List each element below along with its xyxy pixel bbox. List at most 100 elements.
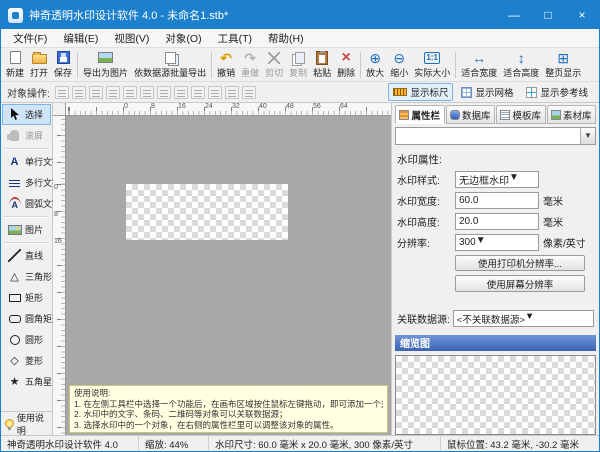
tool-star[interactable]: 五角星 [2,371,51,392]
show-ruler-toggle[interactable]: 显示标尺 [388,83,453,101]
minimize-button[interactable]: — [497,1,531,29]
close-button[interactable]: × [565,1,599,29]
rounded-rect-icon [9,315,21,323]
distribute-h-icon[interactable] [157,86,171,99]
thumbnail-header: 缩览图 [395,335,596,351]
tool-line[interactable]: 直线 [2,245,51,266]
horizontal-ruler: 0 8 16 24 32 40 48 56 64 [66,103,391,116]
help-button[interactable]: 使用说明 [1,411,52,435]
triangle-icon [7,270,22,283]
tool-image[interactable]: 图片 [2,219,51,240]
tab-templates[interactable]: 模板库 [496,105,546,124]
tool-rounded-rect[interactable]: 圆角矩形 [2,308,51,329]
cut-button[interactable]: 剪切 [262,49,286,81]
width-input[interactable]: 60.0 [455,192,539,209]
tab-properties[interactable]: 属性栏 [395,105,445,124]
toolbar-separator [455,52,456,78]
save-button[interactable]: 保存 [51,49,75,81]
align-bottom-icon[interactable] [140,86,154,99]
open-button[interactable]: 打开 [27,49,51,81]
rectangle-icon [9,294,21,302]
tool-pan[interactable]: 滚屏 [2,125,51,146]
tool-group-separator [4,242,49,243]
redo-button[interactable]: 重做 [238,49,262,81]
height-input[interactable]: 20.0 [455,213,539,230]
batch-export-button[interactable]: 依数据源批量导出 [131,49,209,81]
diamond-icon [7,354,22,367]
h-ruler-number: 32 [232,103,240,110]
tool-circle[interactable]: 圆形 [2,329,51,350]
tool-triangle[interactable]: 三角形 [2,266,51,287]
tool-diamond[interactable]: 菱形 [2,350,51,371]
design-canvas[interactable]: 使用说明: 1. 在左侧工具栏中选择一个功能后，在画布区域按住鼠标左键拖动，即可… [66,116,391,435]
same-height-icon[interactable] [208,86,222,99]
datasource-select[interactable]: <不关联数据源>▼ [453,310,594,327]
watermark-properties-title: 水印属性: [397,152,594,167]
lightbulb-icon [5,419,14,428]
multi-line-text-icon [9,178,20,187]
hand-icon [10,130,19,141]
tool-multi-line-text[interactable]: 多行文字 [2,172,51,193]
use-printer-dpi-button[interactable]: 使用打印机分辨率... [455,255,585,272]
tool-select[interactable]: 选择 [2,104,51,125]
fit-page-icon [557,50,569,65]
new-button[interactable]: 新建 [3,49,27,81]
tools-panel: 选择 滚屏 单行文字 多行文字 圆弧文字 图片 直线 三角形 矩形 圆角矩形 圆… [1,103,53,435]
object-selector-combobox[interactable]: ▼ [395,127,596,145]
usage-info-line: 2. 水印中的文字、条码、二维码等对象可以关联数据源； [74,409,383,420]
line-icon [8,249,21,262]
paste-button[interactable]: 粘贴 [310,49,334,81]
show-grid-toggle[interactable]: 显示网格 [456,83,518,101]
fit-width-button[interactable]: 适合宽度 [458,49,500,81]
main-toolbar: 新建 打开 保存 导出为图片 依数据源批量导出 撤销 重做 剪切 复制 粘贴 删… [1,48,599,82]
width-unit: 毫米 [543,193,563,208]
export-image-button[interactable]: 导出为图片 [80,49,131,81]
fit-height-button[interactable]: 适合高度 [500,49,542,81]
maximize-button[interactable]: □ [531,1,565,29]
watermark-object[interactable] [126,184,288,240]
align-hcenter-icon[interactable] [72,86,86,99]
align-top-icon[interactable] [106,86,120,99]
undo-button[interactable]: 撤销 [214,49,238,81]
align-right-icon[interactable] [89,86,103,99]
materials-tab-icon [551,110,561,120]
tool-arc-text[interactable]: 圆弧文字 [2,193,51,214]
zoom-in-button[interactable]: 放大 [363,49,387,81]
templates-tab-icon [500,110,510,120]
same-width-icon[interactable] [191,86,205,99]
menu-file[interactable]: 文件(F) [5,29,55,48]
dpi-unit: 像素/英寸 [543,235,586,250]
style-select[interactable]: 无边框水印▼ [455,171,539,188]
menu-view[interactable]: 视图(V) [106,29,157,48]
align-vcenter-icon[interactable] [123,86,137,99]
dpi-select[interactable]: 300▼ [455,234,539,251]
zoom-out-button[interactable]: 缩小 [387,49,411,81]
use-screen-dpi-button[interactable]: 使用屏幕分辨率 [455,275,585,292]
actual-size-button[interactable]: 实际大小 [411,49,453,81]
fit-page-button[interactable]: 整页显示 [542,49,584,81]
thumbnail-preview [395,355,596,435]
zoom-in-icon [369,50,381,65]
fit-height-icon [518,50,525,65]
fit-width-icon [472,50,486,65]
ruler-corner [53,103,66,116]
copy-button[interactable]: 复制 [286,49,310,81]
delete-button[interactable]: 删除 [334,49,358,81]
menu-help[interactable]: 帮助(H) [260,29,312,48]
send-back-icon[interactable] [242,86,256,99]
tool-rectangle[interactable]: 矩形 [2,287,51,308]
toolbar-separator [360,52,361,78]
circle-icon [10,335,20,345]
tab-database[interactable]: 数据库 [446,105,496,124]
tab-materials[interactable]: 素材库 [547,105,597,124]
statusbar: 神奇透明水印设计软件 4.0 缩放: 44% 水印尺寸: 60.0 毫米 x 2… [1,435,599,451]
distribute-v-icon[interactable] [174,86,188,99]
menu-edit[interactable]: 编辑(E) [55,29,106,48]
menu-tools[interactable]: 工具(T) [210,29,260,48]
show-guides-toggle[interactable]: 显示参考线 [521,83,593,101]
tool-single-line-text[interactable]: 单行文字 [2,151,51,172]
menu-object[interactable]: 对象(O) [157,29,209,48]
bring-front-icon[interactable] [225,86,239,99]
undo-icon [220,50,232,65]
align-left-icon[interactable] [55,86,69,99]
